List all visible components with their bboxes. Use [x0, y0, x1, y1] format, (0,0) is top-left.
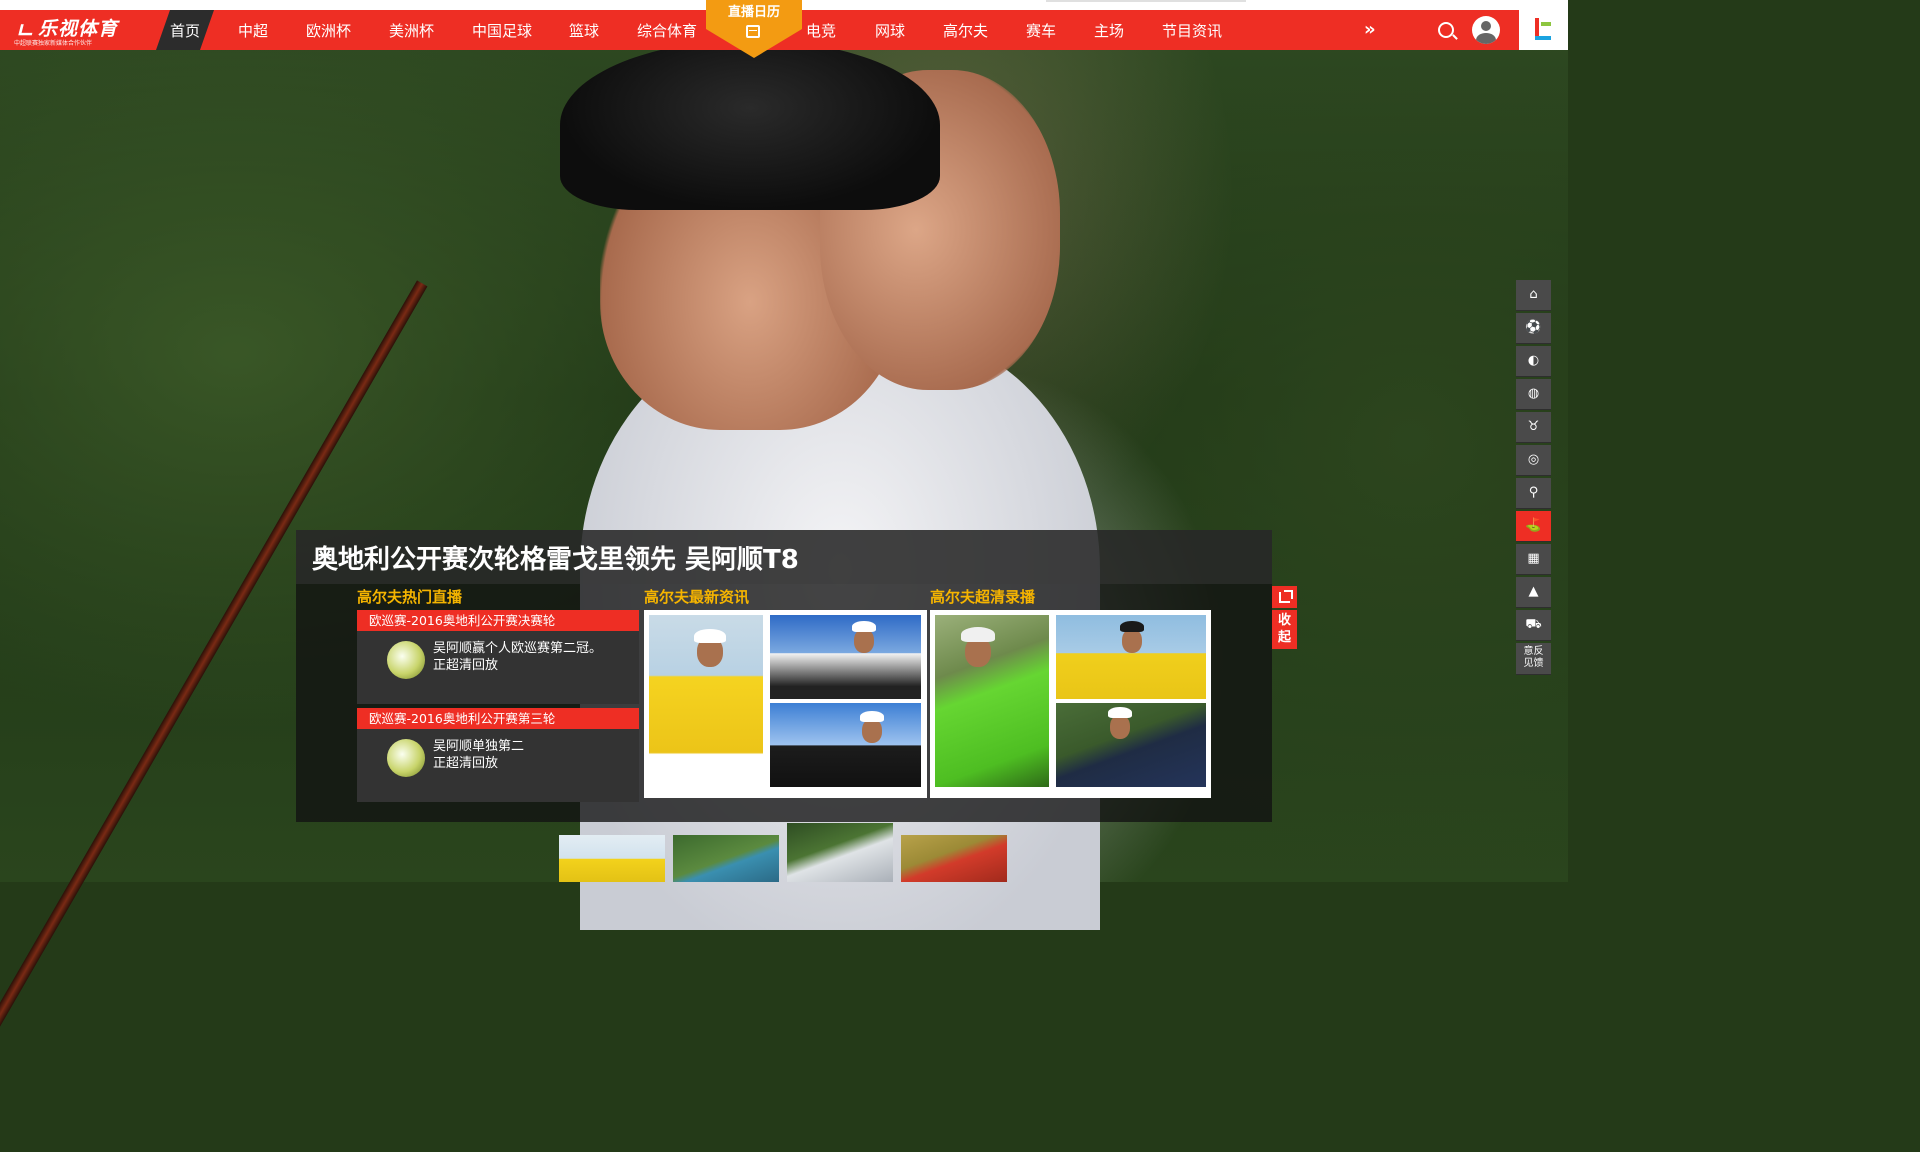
carousel-thumbnail[interactable] — [559, 835, 665, 882]
headline-bar: 奥地利公开赛次轮格雷戈里领先 吴阿顺T8 — [296, 530, 1272, 584]
live-item[interactable]: 欧巡赛-2016奥地利公开赛决赛轮 吴阿顺赢个人欧巡赛第二冠。 正超清回放 — [357, 610, 639, 704]
live-item[interactable]: 欧巡赛-2016奥地利公开赛第三轮 吴阿顺单独第二 正超清回放 — [357, 708, 639, 802]
live-item-title: 欧巡赛-2016奥地利公开赛第三轮 — [357, 708, 639, 729]
nav-item-general-sports[interactable]: 综合体育 — [637, 10, 697, 50]
top-strip-bar — [1046, 0, 1246, 2]
nav-item-basketball[interactable]: 篮球 — [569, 10, 599, 50]
brand-name: 乐视体育 — [38, 18, 119, 40]
photo-figure — [1122, 629, 1142, 653]
headline-title[interactable]: 奥地利公开赛次轮格雷戈里领先 吴阿顺T8 — [312, 539, 799, 576]
photo-figure — [961, 627, 995, 642]
live-item-line: 吴阿顺单独第二 — [433, 739, 525, 754]
replay-photo[interactable] — [935, 615, 1049, 787]
golf-ball-icon — [387, 641, 425, 679]
game-controller-icon[interactable]: ◎ — [1516, 445, 1551, 476]
live-calendar-label: 直播日历 — [727, 5, 780, 20]
letv-logo-stroke — [1541, 22, 1551, 26]
live-item-line: 正超清回放 — [433, 658, 499, 673]
news-photo-grid — [644, 610, 927, 798]
photo-figure — [1108, 707, 1132, 718]
live-item-line: 吴阿顺赢个人欧巡赛第二冠。 — [433, 641, 603, 656]
photo-figure — [862, 719, 882, 743]
nav-item-tennis[interactable]: 网球 — [875, 10, 905, 50]
live-calendar-tab[interactable]: 直播日历 — [706, 0, 802, 58]
nav-item-csl[interactable]: 中超 — [238, 10, 268, 50]
nav-item-home[interactable]: 首页 — [170, 10, 200, 50]
nav-more-icon[interactable]: » — [1364, 10, 1376, 50]
soccer-ball-icon[interactable]: ⚽ — [1516, 313, 1551, 344]
golf-icon[interactable]: ⛳ — [1516, 511, 1551, 542]
news-photo[interactable] — [770, 615, 921, 699]
tennis-icon[interactable]: ⚲ — [1516, 478, 1551, 509]
section-title-replay[interactable]: 高尔夫超清录播 — [930, 586, 1035, 607]
nav-item-home-court[interactable]: 主场 — [1094, 10, 1124, 50]
collapse-button[interactable]: 收起 — [1272, 610, 1297, 649]
feature-panel: 奥地利公开赛次轮格雷戈里领先 吴阿顺T8 高尔夫热门直播 高尔夫最新资讯 高尔夫… — [296, 530, 1272, 822]
news-photo[interactable] — [649, 615, 763, 787]
racing-flag-icon[interactable]: ▦ — [1516, 544, 1551, 575]
medal-icon[interactable]: ♉ — [1516, 412, 1551, 443]
nav-item-program-news[interactable]: 节目资讯 — [1162, 10, 1222, 50]
photo-figure — [854, 629, 874, 653]
brand-tagline: 中超联赛独家新媒体合作伙伴 — [14, 40, 93, 47]
photo-figure — [860, 711, 884, 722]
nav-item-racing[interactable]: 赛车 — [1026, 10, 1056, 50]
letv-logo-stroke — [1535, 36, 1551, 40]
section-title-live[interactable]: 高尔夫热门直播 — [357, 586, 462, 607]
section-title-news[interactable]: 高尔夫最新资讯 — [644, 586, 749, 607]
photo-figure — [1110, 715, 1130, 739]
top-navigation: ㄴ 乐视体育 中超联赛独家新媒体合作伙伴 首页 中超 欧洲杯 美洲杯 中国足球 … — [0, 0, 1568, 58]
search-icon[interactable] — [1438, 22, 1454, 38]
brand-logo[interactable]: ㄴ 乐视体育 中超联赛独家新媒体合作伙伴 — [10, 10, 150, 50]
live-item-line: 正超清回放 — [433, 756, 499, 771]
photo-figure — [852, 621, 876, 632]
nav-item-china-football[interactable]: 中国足球 — [472, 10, 532, 50]
live-item-desc: 吴阿顺赢个人欧巡赛第二冠。 正超清回放 — [433, 640, 633, 674]
nav-item-golf[interactable]: 高尔夫 — [943, 10, 988, 50]
shopping-cart-icon[interactable]: ⛟ — [1516, 610, 1551, 641]
carousel-thumbnail[interactable] — [901, 835, 1007, 882]
letv-app-tab[interactable] — [1519, 10, 1568, 50]
live-item-desc: 吴阿顺单独第二 正超清回放 — [433, 738, 633, 772]
calendar-icon — [746, 25, 760, 38]
nav-item-copa-america[interactable]: 美洲杯 — [389, 10, 434, 50]
photo-figure — [694, 629, 726, 643]
nav-item-esports[interactable]: 电竞 — [806, 10, 836, 50]
golf-ball-icon — [387, 739, 425, 777]
news-photo[interactable] — [770, 703, 921, 787]
share-icon[interactable] — [1272, 586, 1297, 608]
replay-photo[interactable] — [1056, 703, 1206, 787]
hero-golfer-cap — [560, 40, 940, 210]
basketball-icon[interactable]: ◍ — [1516, 379, 1551, 410]
home-court-icon[interactable]: ▲ — [1516, 577, 1551, 608]
replay-photo-grid — [930, 610, 1211, 798]
live-item-title: 欧巡赛-2016奥地利公开赛决赛轮 — [357, 610, 639, 631]
replay-photo[interactable] — [1056, 615, 1206, 699]
home-icon[interactable]: ⌂ — [1516, 280, 1551, 311]
user-avatar-icon[interactable] — [1472, 16, 1500, 44]
nav-item-euro-cup[interactable]: 欧洲杯 — [306, 10, 351, 50]
photo-figure — [1120, 621, 1144, 632]
feedback-button[interactable]: 意反 见馈 — [1516, 643, 1551, 675]
carousel-thumbnail[interactable] — [787, 823, 893, 882]
euro-cup-icon[interactable]: ◐ — [1516, 346, 1551, 377]
carousel-thumbnail[interactable] — [673, 835, 779, 882]
